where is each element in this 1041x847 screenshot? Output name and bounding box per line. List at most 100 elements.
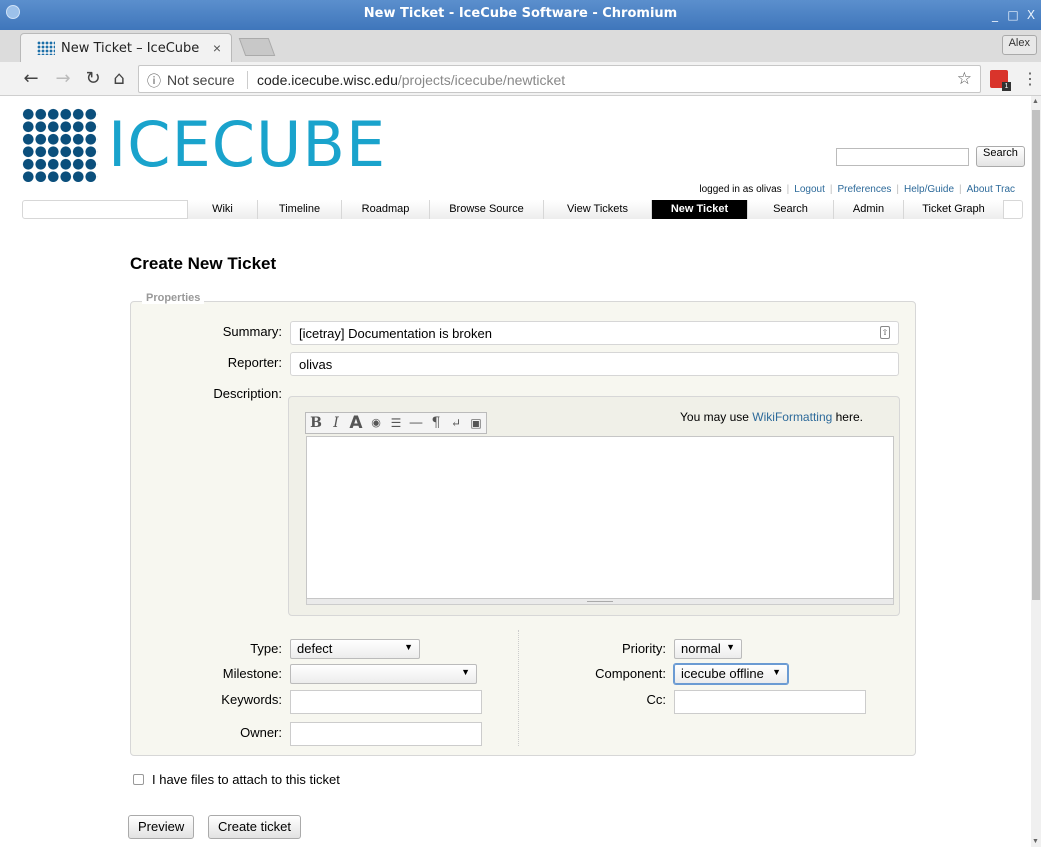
profile-button[interactable]: Alex bbox=[1001, 35, 1037, 55]
keywords-label: Keywords: bbox=[221, 692, 282, 707]
wiki-formatting-link[interactable]: WikiFormatting bbox=[752, 410, 832, 424]
nav-new-ticket[interactable]: New Ticket bbox=[652, 200, 748, 219]
window-titlebar: New Ticket - IceCube Software - Chromium… bbox=[0, 0, 1041, 30]
home-icon[interactable]: ⌂ bbox=[108, 68, 130, 90]
hr-icon[interactable]: — bbox=[406, 413, 426, 433]
scrollbar-thumb[interactable] bbox=[1032, 110, 1040, 600]
url-path: /projects/icecube/newticket bbox=[397, 72, 566, 88]
logged-in-text: logged in as olivas bbox=[699, 184, 782, 195]
nav-ticket-graph[interactable]: Ticket Graph bbox=[904, 200, 1004, 219]
icecube-favicon-icon bbox=[37, 41, 55, 55]
attach-checkbox[interactable] bbox=[133, 774, 144, 785]
chevron-down-icon: ▼ bbox=[726, 642, 735, 652]
extension-icon[interactable]: 1 bbox=[990, 70, 1011, 91]
code-icon[interactable]: ☰ bbox=[386, 413, 406, 433]
create-ticket-button[interactable]: Create ticket bbox=[208, 815, 301, 839]
nav-search[interactable]: Search bbox=[748, 200, 834, 219]
bold-icon[interactable]: B bbox=[306, 413, 326, 433]
attach-files-row[interactable]: I have files to attach to this ticket bbox=[133, 772, 340, 787]
icecube-logo-text[interactable]: ICECUBE bbox=[108, 110, 386, 180]
icecube-logo-dots-icon[interactable] bbox=[22, 108, 98, 182]
wiki-hint: You may use WikiFormatting here. bbox=[680, 410, 863, 424]
page-scrollbar[interactable]: ▲ ▼ bbox=[1031, 96, 1041, 847]
page-content: ICECUBE Search logged in as olivas | Logou… bbox=[0, 96, 1031, 847]
image-icon[interactable]: ▣ bbox=[466, 413, 486, 433]
milestone-select[interactable]: ▼ bbox=[290, 664, 477, 684]
forward-arrow-icon[interactable]: → bbox=[52, 68, 74, 90]
milestone-label: Milestone: bbox=[222, 666, 282, 681]
keywords-input[interactable] bbox=[290, 690, 482, 714]
owner-input[interactable] bbox=[290, 722, 482, 746]
description-textarea[interactable] bbox=[306, 436, 894, 599]
reporter-value: olivas bbox=[299, 357, 333, 372]
bookmark-star-icon[interactable]: ☆ bbox=[957, 69, 972, 89]
new-tab-button[interactable] bbox=[238, 38, 276, 56]
logout-link[interactable]: Logout bbox=[794, 184, 825, 195]
component-select[interactable]: icecube offline ▼ bbox=[674, 664, 788, 684]
minimize-icon[interactable]: _ bbox=[988, 8, 1002, 22]
browser-toolbar: ← → ↻ ⌂ ⓘ Not secure code.icecube.wisc.e… bbox=[0, 62, 1041, 96]
meta-nav: logged in as olivas | Logout | Preferences | H… bbox=[699, 184, 1015, 195]
nav-view-tickets[interactable]: View Tickets bbox=[544, 200, 652, 219]
textarea-resize-handle[interactable] bbox=[306, 599, 894, 605]
info-icon[interactable]: ⓘ bbox=[147, 71, 161, 91]
omnibox-separator bbox=[247, 71, 248, 89]
chevron-down-icon: ▼ bbox=[404, 642, 413, 652]
reporter-label: Reporter: bbox=[227, 355, 282, 370]
scroll-down-icon[interactable]: ▼ bbox=[1032, 838, 1039, 845]
help-guide-link[interactable]: Help/Guide bbox=[904, 184, 954, 195]
link-icon[interactable]: ◉ bbox=[366, 413, 386, 433]
type-value: defect bbox=[297, 641, 333, 656]
priority-select[interactable]: normal ▼ bbox=[674, 639, 742, 659]
reporter-input[interactable]: olivas bbox=[290, 352, 899, 376]
type-label: Type: bbox=[250, 641, 282, 656]
tab-title: New Ticket – IceCube Sc bbox=[61, 41, 201, 56]
reload-icon[interactable]: ↻ bbox=[82, 68, 104, 90]
back-arrow-icon[interactable]: ← bbox=[20, 68, 42, 90]
preview-button[interactable]: Preview bbox=[128, 815, 195, 839]
menu-dots-icon[interactable]: ⋮ bbox=[1022, 69, 1038, 89]
address-bar[interactable]: ⓘ Not secure code.icecube.wisc.edu/proje… bbox=[138, 65, 981, 93]
wiki-hint-suffix: here. bbox=[832, 410, 863, 424]
nav-browse-source[interactable]: Browse Source bbox=[430, 200, 544, 219]
description-label: Description: bbox=[213, 386, 282, 401]
tab-strip: New Ticket – IceCube Sc × Alex bbox=[0, 30, 1041, 62]
attach-label: I have files to attach to this ticket bbox=[152, 772, 340, 787]
nav-roadmap[interactable]: Roadmap bbox=[342, 200, 430, 219]
type-select[interactable]: defect ▼ bbox=[290, 639, 420, 659]
paragraph-icon[interactable]: ¶ bbox=[426, 413, 446, 433]
owner-label: Owner: bbox=[240, 725, 282, 740]
nav-wiki[interactable]: Wiki bbox=[188, 200, 258, 219]
component-value: icecube offline bbox=[681, 666, 764, 681]
search-button[interactable]: Search bbox=[976, 146, 1025, 167]
linebreak-icon[interactable]: ↵ bbox=[446, 413, 466, 433]
summary-input[interactable]: [icetray] Documentation is broken ⇧ bbox=[290, 321, 899, 345]
page-title: Create New Ticket bbox=[130, 254, 277, 273]
field-helper-icon[interactable]: ⇧ bbox=[880, 326, 890, 339]
wiki-toolbar: B I A ◉ ☰ — ¶ ↵ ▣ bbox=[305, 412, 487, 434]
url-text[interactable]: code.icecube.wisc.edu/projects/icecube/n… bbox=[257, 72, 565, 88]
component-label: Component: bbox=[595, 666, 666, 681]
heading-icon[interactable]: A bbox=[346, 413, 366, 433]
extension-badge: 1 bbox=[1002, 82, 1011, 91]
search-input[interactable] bbox=[836, 148, 969, 166]
scroll-up-icon[interactable]: ▲ bbox=[1032, 98, 1039, 105]
browser-tab[interactable]: New Ticket – IceCube Sc × bbox=[20, 33, 232, 62]
security-label: Not secure bbox=[167, 72, 235, 88]
column-divider bbox=[518, 630, 519, 746]
nav-timeline[interactable]: Timeline bbox=[258, 200, 342, 219]
cc-label: Cc: bbox=[646, 692, 667, 707]
preferences-link[interactable]: Preferences bbox=[837, 184, 891, 195]
chevron-down-icon: ▼ bbox=[772, 667, 781, 677]
nav-admin[interactable]: Admin bbox=[834, 200, 904, 219]
italic-icon[interactable]: I bbox=[326, 413, 346, 433]
tab-close-icon[interactable]: × bbox=[213, 40, 221, 56]
cc-input[interactable] bbox=[674, 690, 866, 714]
about-trac-link[interactable]: About Trac bbox=[967, 184, 1015, 195]
summary-value: [icetray] Documentation is broken bbox=[299, 326, 492, 341]
maximize-icon[interactable]: □ bbox=[1006, 8, 1020, 22]
summary-label: Summary: bbox=[222, 324, 282, 339]
priority-label: Priority: bbox=[621, 641, 666, 656]
window-title: New Ticket - IceCube Software - Chromium bbox=[363, 6, 678, 21]
close-window-icon[interactable]: X bbox=[1024, 8, 1038, 22]
